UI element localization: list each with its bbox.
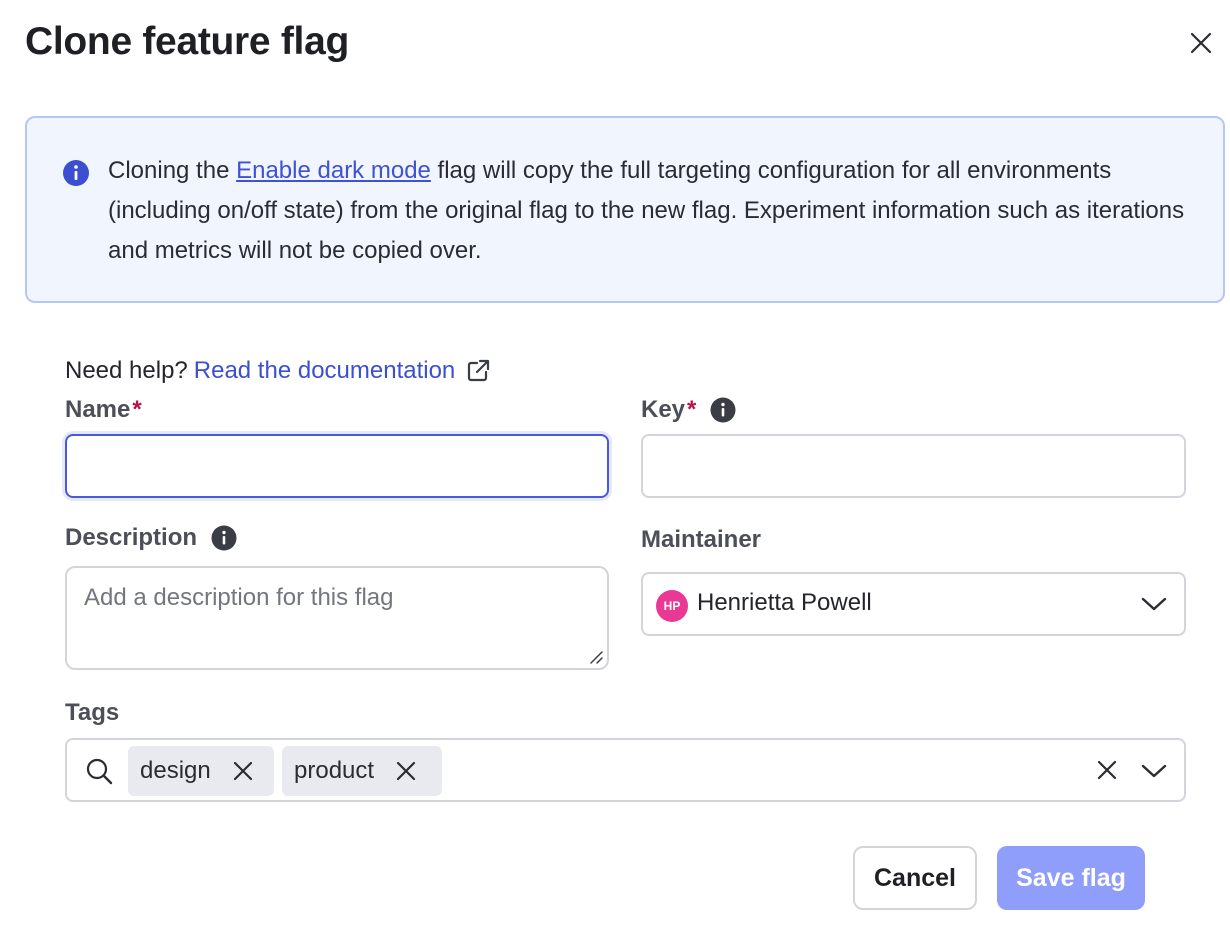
- save-flag-button[interactable]: Save flag: [997, 846, 1145, 910]
- name-label-text: Name: [65, 396, 131, 423]
- search-icon: [85, 757, 113, 785]
- info-circle-icon: [63, 160, 89, 186]
- required-mark: *: [132, 396, 142, 423]
- help-line: Need help? Read the documentation: [65, 352, 491, 390]
- description-label-text: Description: [65, 524, 198, 551]
- maintainer-value: Henrietta Powell: [697, 589, 872, 616]
- tags-label: Tags: [65, 699, 119, 727]
- maintainer-select[interactable]: HP Henrietta Powell: [641, 572, 1186, 636]
- cancel-button[interactable]: Cancel: [853, 846, 977, 910]
- name-input[interactable]: [65, 434, 609, 498]
- dialog-title: Clone feature flag: [25, 20, 349, 63]
- tag-label: product: [294, 757, 375, 784]
- key-label: Key *: [641, 396, 736, 424]
- required-mark: *: [687, 396, 697, 423]
- remove-tag-icon[interactable]: [233, 761, 253, 781]
- key-info-icon[interactable]: [710, 397, 736, 423]
- description-label: Description: [65, 524, 237, 552]
- banner-text-before: Cloning the: [108, 157, 237, 184]
- description-info-icon[interactable]: [211, 525, 237, 551]
- description-textarea[interactable]: Add a description for this flag: [65, 566, 609, 670]
- enable-dark-mode-link[interactable]: Enable dark mode: [236, 157, 431, 184]
- external-link-icon[interactable]: [465, 358, 491, 384]
- tags-select[interactable]: design product: [65, 738, 1186, 802]
- help-prefix: Need help?: [65, 357, 188, 384]
- close-icon: [1190, 32, 1212, 54]
- info-banner: Cloning the Enable dark mode flag will c…: [25, 116, 1225, 303]
- maintainer-label-text: Maintainer: [641, 526, 762, 553]
- banner-text: Cloning the Enable dark mode flag will c…: [108, 151, 1198, 271]
- maintainer-label: Maintainer: [641, 526, 761, 554]
- documentation-link[interactable]: Read the documentation: [194, 352, 456, 390]
- tags-label-text: Tags: [65, 699, 120, 726]
- key-input[interactable]: [641, 434, 1186, 498]
- chevron-down-icon[interactable]: [1141, 762, 1167, 780]
- resize-grip-icon[interactable]: [588, 649, 604, 665]
- close-button[interactable]: [1184, 26, 1218, 60]
- key-label-text: Key: [641, 396, 686, 423]
- name-label: Name *: [65, 396, 142, 424]
- tag-chip-product: product: [282, 746, 442, 796]
- remove-tag-icon[interactable]: [396, 761, 416, 781]
- description-placeholder: Add a description for this flag: [84, 584, 394, 611]
- tag-chip-design: design: [128, 746, 274, 796]
- tag-label: design: [140, 757, 211, 784]
- chevron-down-icon[interactable]: [1141, 595, 1167, 613]
- avatar: HP: [656, 590, 688, 622]
- clear-tags-icon[interactable]: [1097, 760, 1117, 780]
